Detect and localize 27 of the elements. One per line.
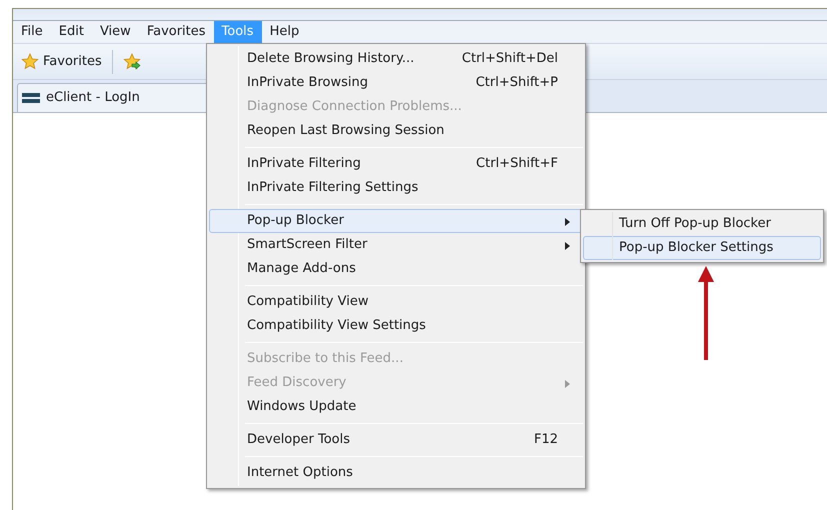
menu-item[interactable]: Turn Off Pop-up Blocker [583, 212, 821, 236]
favorites-button[interactable]: Favorites [19, 52, 104, 72]
menu-item[interactable]: InPrivate Filtering Ctrl+Shift+F [209, 152, 583, 176]
submenu-arrow-icon [565, 242, 570, 250]
menu-bar-item[interactable]: File [13, 21, 51, 43]
add-favorite-button[interactable] [120, 52, 143, 70]
menu-bar-item[interactable]: Favorites [138, 21, 214, 43]
page-icon [22, 92, 40, 104]
menu-item[interactable]: Windows Update [209, 395, 583, 419]
submenu-arrow-icon [565, 218, 570, 226]
menu-bar-item[interactable]: View [92, 21, 139, 43]
menu-item[interactable]: Compatibility View [209, 290, 583, 314]
menu-item[interactable]: Delete Browsing History... Ctrl+Shift+Del [209, 47, 583, 71]
menu-item[interactable]: Reopen Last Browsing Session [209, 119, 583, 143]
menu-item[interactable]: Internet Options [209, 461, 583, 485]
menu-item[interactable]: Pop-up Blocker Settings [583, 236, 821, 260]
menu-bar-item[interactable]: Edit [50, 21, 92, 43]
star-icon [21, 52, 39, 70]
submenu-arrow-icon [565, 380, 570, 388]
menu-item[interactable]: Compatibility View Settings [209, 314, 583, 338]
menu-item[interactable]: Pop-up Blocker [209, 209, 583, 233]
add-favorite-icon [122, 52, 141, 70]
menu-item[interactable]: InPrivate Filtering Settings [209, 176, 583, 200]
menu-bar-item[interactable]: Help [262, 21, 308, 43]
menu-item[interactable]: SmartScreen Filter [209, 233, 583, 257]
menu-item[interactable]: Developer Tools F12 [209, 428, 583, 452]
menu-item[interactable]: Manage Add-ons [209, 257, 583, 281]
